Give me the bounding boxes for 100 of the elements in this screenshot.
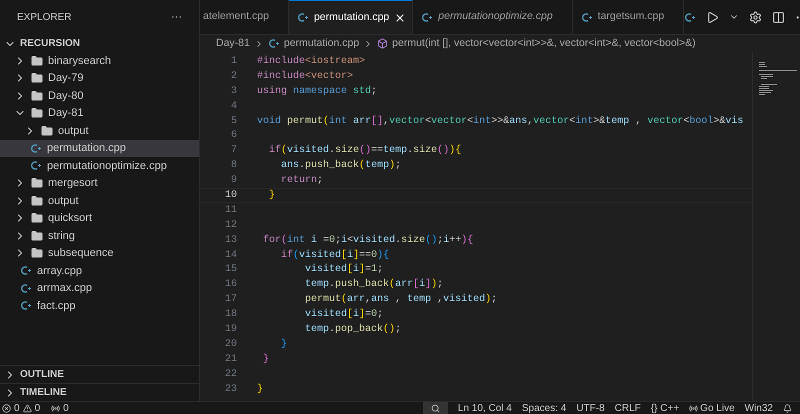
code-line: } — [268, 188, 276, 203]
warning-count[interactable]: 0 — [34, 400, 40, 414]
line-number: 17 — [224, 293, 237, 308]
encoding[interactable]: UTF-8 — [576, 400, 605, 414]
file-item[interactable]: fact.cpp — [0, 297, 199, 314]
folder-item[interactable]: Day-81 — [0, 104, 199, 122]
file-item[interactable]: arrmax.cpp — [0, 280, 199, 297]
folder-item[interactable]: quicksort — [0, 210, 199, 227]
item-label: binarysearch — [48, 54, 111, 68]
folder-icon — [41, 124, 53, 137]
editor-tab[interactable]: permutationoptimize.cpp — [413, 0, 573, 34]
broadcast-icon — [689, 404, 698, 412]
code-line: visited[i]=0; — [304, 308, 384, 322]
code-line: using namespace std; — [257, 84, 378, 99]
ports-count[interactable]: 0 — [63, 400, 69, 414]
platform[interactable]: Win32 — [744, 400, 773, 414]
language-mode[interactable]: {} C++ — [650, 400, 680, 414]
item-label: permutationoptimize.cpp — [47, 158, 167, 174]
editor-tab[interactable]: targetsum.cpp — [572, 0, 684, 34]
line-number: 8 — [230, 159, 237, 174]
code-line: ans.push_back(temp); — [280, 158, 402, 174]
folder-icon — [31, 194, 43, 207]
ports-icon — [51, 404, 60, 412]
code-line: visited[i]=1; — [304, 262, 384, 278]
folder-item[interactable]: mergesort — [0, 174, 199, 192]
folder-item[interactable]: Day-79 — [0, 70, 199, 87]
line-number: 9 — [230, 174, 237, 188]
folder-item[interactable]: binarysearch — [0, 52, 199, 70]
section-label: OUTLINE — [20, 368, 64, 382]
code-line: temp.pop_back(); — [304, 322, 402, 337]
folder-item[interactable]: subsequence — [0, 244, 199, 262]
cursor-position[interactable]: Ln 10, Col 4 — [458, 400, 512, 414]
code-line: void permut(int arr[],vector<vector<int>>&ans,vector<int>&temp , vector<bool>&vis — [257, 114, 744, 129]
folder-icon — [31, 247, 43, 260]
item-label: string — [48, 228, 75, 244]
zoom-button[interactable] — [422, 402, 448, 414]
code-line: if(visited.size()==temp.size()){ — [268, 144, 462, 158]
folder-item[interactable]: output — [0, 122, 199, 140]
item-label: quicksort — [48, 211, 92, 226]
section-label: TIMELINE — [20, 386, 67, 400]
folder-icon — [31, 54, 43, 67]
section-header[interactable]: OUTLINE — [0, 365, 199, 383]
editor-tab[interactable]: permutation.cpp — [288, 0, 414, 34]
folder-item[interactable]: output — [0, 192, 199, 210]
folder-icon — [31, 177, 43, 190]
line-number: 18 — [224, 308, 237, 322]
line-number: 2 — [230, 70, 237, 84]
indentation[interactable]: Spaces: 4 — [522, 400, 566, 414]
line-ending[interactable]: CRLF — [614, 400, 641, 414]
line-number: 11 — [224, 204, 237, 218]
folder-icon — [31, 72, 43, 84]
line-number: 1 — [230, 54, 237, 69]
code-line: } — [257, 382, 264, 397]
file-item[interactable]: permutationoptimize.cpp — [0, 157, 199, 174]
code-line: } — [262, 352, 270, 367]
bell-icon[interactable] — [783, 404, 792, 412]
code-line: } — [280, 338, 288, 352]
line-number: 15 — [224, 263, 237, 278]
code-line: if(visited[i]==0){ — [280, 248, 390, 263]
breadcrumb-item[interactable]: permut(int [], vector<vector<int>>&, vector<int>&, vector<bool>&) — [392, 36, 696, 52]
cube-icon — [377, 38, 388, 49]
line-number: 21 — [224, 352, 237, 367]
breadcrumb-item[interactable]: Day-81 — [216, 36, 250, 52]
more-button[interactable]: ··· — [171, 9, 182, 26]
code-line: return; — [280, 174, 324, 188]
item-label: mergesort — [48, 176, 98, 191]
line-number: 13 — [224, 234, 237, 248]
item-label: Day-79 — [48, 71, 84, 86]
line-number: 22 — [224, 368, 237, 382]
line-number: 5 — [230, 114, 237, 129]
run-icon[interactable] — [706, 10, 720, 24]
folder-header[interactable]: RECURSION — [0, 35, 199, 52]
split-editor-icon[interactable] — [772, 10, 786, 24]
breadcrumb-item[interactable]: permutation.cpp — [284, 36, 360, 52]
line-number: 3 — [230, 84, 237, 99]
cpp-file-icon — [20, 300, 32, 312]
error-icon — [2, 404, 11, 412]
item-label: fact.cpp — [37, 298, 76, 314]
line-number: 10 — [224, 188, 237, 203]
close-icon[interactable] — [394, 12, 406, 24]
code-line: temp.push_back(arr[i]); — [304, 278, 444, 292]
code-line: for(int i =0;i<visited.size();i++){ — [262, 234, 474, 248]
item-label: permutation.cpp — [47, 141, 126, 156]
explorer-title: EXPLORER — [17, 11, 72, 25]
go-live-button[interactable]: Go Live — [700, 400, 735, 414]
folder-item[interactable]: Day-80 — [0, 87, 199, 104]
file-item[interactable]: array.cpp — [0, 262, 199, 280]
settings-icon[interactable] — [749, 10, 762, 24]
error-count[interactable]: 0 — [14, 400, 20, 414]
minimap — [757, 62, 797, 96]
line-number: 16 — [224, 278, 237, 292]
item-label: Day-80 — [48, 88, 84, 104]
item-label: Day-81 — [48, 106, 84, 121]
line-number: 6 — [230, 129, 237, 144]
cpp-file-icon — [268, 38, 280, 49]
file-item[interactable]: permutation.cpp — [0, 140, 199, 157]
item-label: output — [58, 124, 89, 138]
line-number: 19 — [224, 322, 237, 337]
folder-item[interactable]: string — [0, 227, 199, 244]
line-number: 4 — [230, 100, 237, 114]
